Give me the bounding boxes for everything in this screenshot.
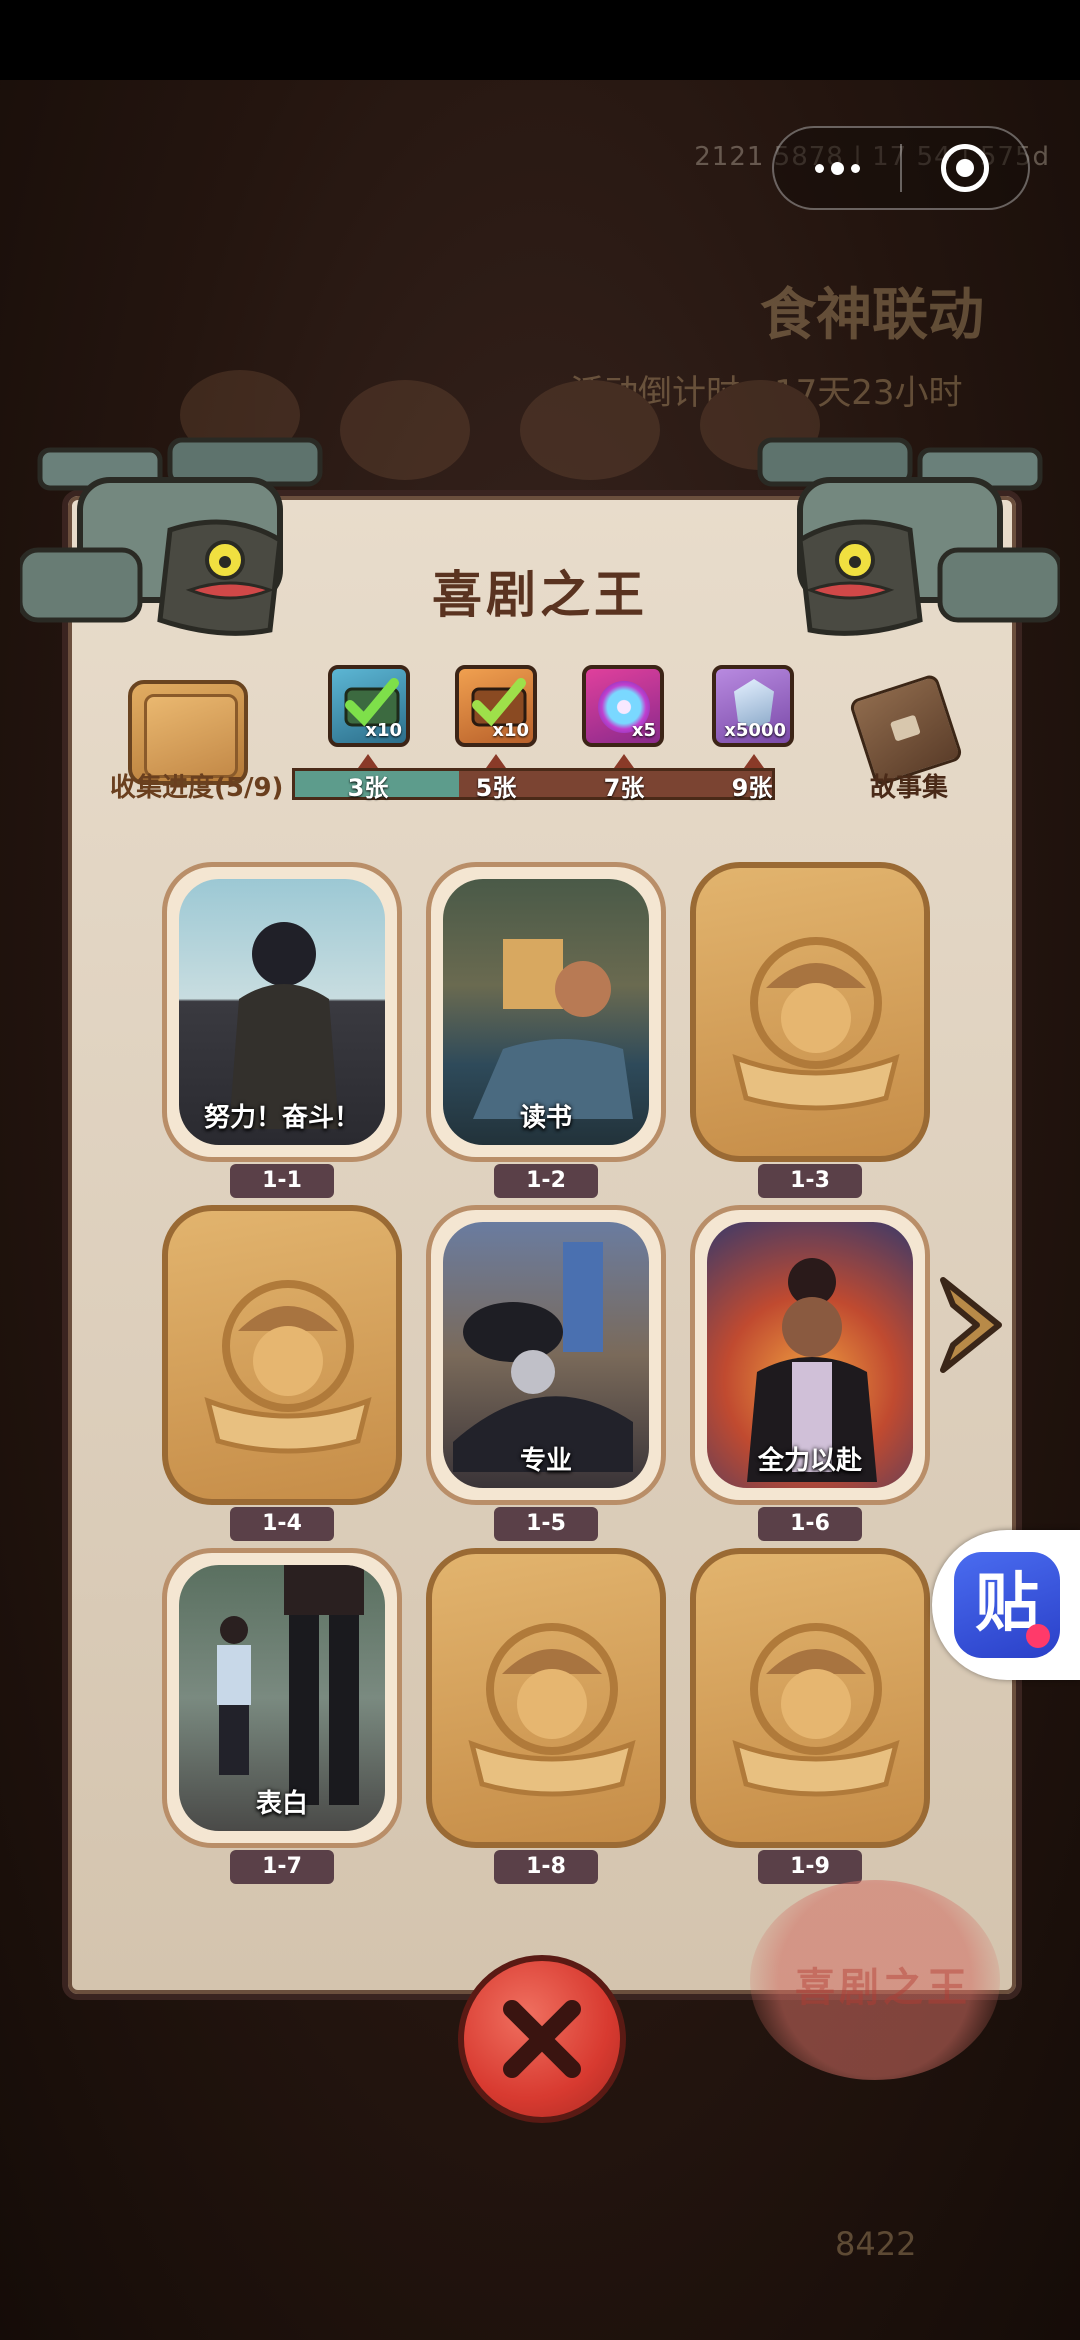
background-count: 8422 (835, 2225, 917, 2263)
card-id: 1-8 (494, 1850, 598, 1884)
reward-quantity: x10 (365, 720, 402, 741)
game-screen: 2121 5878 | 17 54 | 575d 食神联动 活动倒计时：17天2… (0, 0, 1080, 2340)
card-title: 专业 (519, 1446, 572, 1476)
tier-label: 3张 (347, 774, 389, 802)
status-bar (0, 0, 1080, 80)
art-figure (453, 1242, 633, 1472)
close-button[interactable] (458, 1955, 626, 2123)
tieba-icon: 贴 (954, 1552, 1060, 1658)
reward-quantity: x10 (492, 720, 529, 741)
reward-quantity: x5000 (724, 720, 786, 741)
story-collection-label[interactable]: 故事集 (870, 767, 948, 804)
card-id: 1-9 (758, 1850, 862, 1884)
card-title: 表白 (255, 1789, 308, 1819)
card-id: 1-2 (494, 1164, 598, 1198)
miniprogram-capsule (772, 126, 1030, 210)
panel-title: 喜剧之王 (432, 566, 648, 624)
background-dish (340, 380, 470, 480)
card-title: 全力以赴 (757, 1446, 862, 1476)
green-check-crate-icon[interactable]: x10 (328, 665, 410, 747)
orange-check-crate-icon[interactable]: x10 (455, 665, 537, 747)
art-figure (217, 1565, 364, 1805)
tier-label: 7张 (603, 774, 645, 802)
target-close-icon[interactable] (902, 126, 1028, 210)
card-1-9-locked[interactable]: 1-9 (690, 1548, 930, 1884)
art-figure (473, 939, 633, 1119)
card-1-8-locked[interactable]: 1-8 (426, 1548, 666, 1884)
card-1-5[interactable]: 专业 1-5 (426, 1205, 666, 1541)
card-id: 1-5 (494, 1507, 598, 1541)
tier-label: 5张 (475, 774, 517, 802)
card-1-3-locked[interactable]: 1-3 (690, 862, 930, 1198)
card-1-6[interactable]: 全力以赴 1-6 (690, 1205, 930, 1541)
tier-label: 9张 (731, 774, 773, 802)
card-title: 努力！奋斗！ (203, 1103, 360, 1133)
collection-progress-label: 收集进度(5/9) (110, 773, 284, 803)
next-page-arrow-icon[interactable] (935, 1270, 1007, 1380)
close-icon (503, 2000, 581, 2078)
tier-marker (486, 754, 506, 768)
crystal-gem-icon[interactable]: x5000 (712, 665, 794, 747)
card-id: 1-1 (230, 1164, 334, 1198)
card-id: 1-6 (758, 1507, 862, 1541)
tieba-float-button[interactable]: 贴 (932, 1530, 1080, 1680)
magenta-disc-icon[interactable]: x5 (582, 665, 664, 747)
card-id: 1-3 (758, 1164, 862, 1198)
tier-marker (614, 754, 634, 768)
card-1-7[interactable]: 表白 1-7 (162, 1548, 402, 1884)
reward-quantity: x5 (631, 720, 656, 741)
card-1-2[interactable]: 读书 1-2 (426, 862, 666, 1198)
seal-stamp: 喜剧之王 (750, 1880, 1000, 2080)
tier-marker (358, 754, 378, 768)
card-1-4-locked[interactable]: 1-4 (162, 1205, 402, 1541)
card-id: 1-4 (230, 1507, 334, 1541)
background-dish (520, 380, 660, 480)
card-id: 1-7 (230, 1850, 334, 1884)
card-1-1[interactable]: 努力！奋斗！ 1-1 (162, 862, 402, 1198)
art-figure (229, 922, 339, 1129)
locked-card-silhouette (468, 1623, 636, 1797)
locked-card-silhouette (732, 1623, 900, 1797)
more-dots-icon[interactable] (774, 126, 900, 210)
seal-text: 喜剧之王 (795, 1965, 971, 2011)
locked-card-silhouette (732, 937, 900, 1111)
locked-card-silhouette (204, 1280, 372, 1454)
card-title: 读书 (519, 1103, 572, 1133)
background-event-title: 食神联动 (760, 283, 984, 348)
tier-marker (744, 754, 764, 768)
